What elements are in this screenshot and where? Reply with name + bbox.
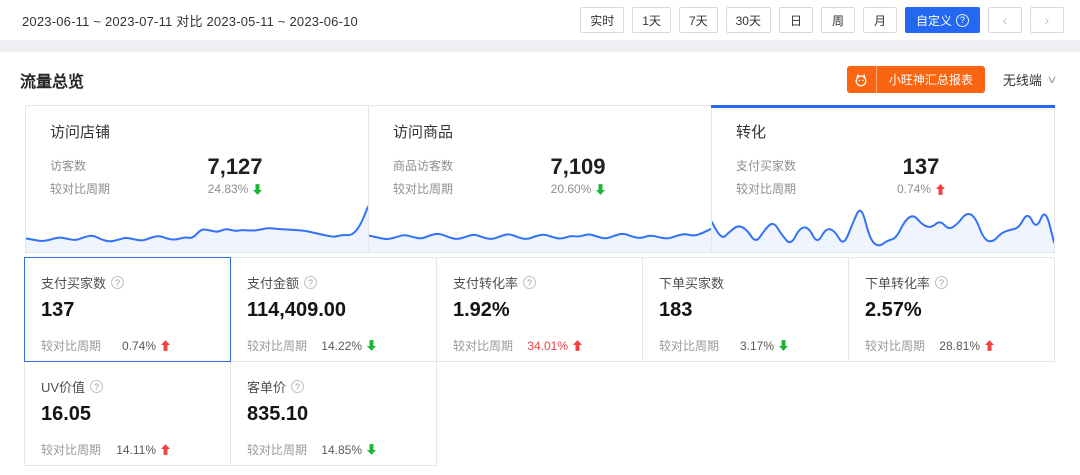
- delta-value: 14.22%: [321, 339, 362, 353]
- delta-value: 14.85%: [321, 443, 362, 457]
- time-range-buttons: 实时 1天 7天 30天 日 周 月 自定义 ? ‹ ›: [580, 7, 1064, 33]
- trend-down-icon: [367, 340, 376, 351]
- tab-shop-visits[interactable]: 访问店铺 访客数 较对比周期 7,127 24.83%: [26, 106, 368, 252]
- trend-up-icon: [573, 340, 582, 351]
- trend-down-icon: [596, 184, 605, 195]
- compare-label: 较对比周期: [50, 178, 110, 201]
- overview-tab-cards: 访问店铺 访客数 较对比周期 7,127 24.83%: [25, 105, 1055, 253]
- trend-down-icon: [779, 340, 788, 351]
- metric-value: 7,127: [170, 155, 300, 179]
- metric-value: 137: [856, 155, 986, 179]
- metric-value: 835.10: [247, 403, 420, 426]
- metric-card-order-conversion[interactable]: 下单转化率 ? 2.57% 较对比周期 28.81%: [848, 257, 1055, 362]
- metric-cards-grid: 支付买家数 ? 137 较对比周期 0.74% 支付金额 ? 114,409.0…: [25, 258, 1055, 466]
- metric-card-uv-value[interactable]: UV价值 ? 16.05 较对比周期 14.11%: [24, 361, 231, 466]
- tab-title: 转化: [736, 121, 1030, 142]
- sparkline-chart: [369, 197, 711, 252]
- device-dropdown[interactable]: 无线端 ∨: [1003, 70, 1056, 89]
- report-button-label: 小旺神汇总报表: [877, 71, 985, 88]
- compare-label: 较对比周期: [247, 441, 307, 458]
- tab-conversion[interactable]: 转化 支付买家数 较对比周期 137 0.74%: [711, 106, 1054, 252]
- tab-title: 访问店铺: [50, 121, 344, 142]
- custom-range-label: 自定义: [916, 12, 952, 29]
- help-icon: ?: [956, 14, 969, 27]
- range-button-7day[interactable]: 7天: [679, 7, 718, 33]
- delta-value: 0.74%: [122, 339, 156, 353]
- compare-label: 较对比周期: [247, 337, 307, 354]
- compare-label: 较对比周期: [736, 178, 796, 201]
- compare-label: 较对比周期: [453, 337, 513, 354]
- metric-label: 下单买家数: [659, 273, 724, 292]
- metric-label: 访客数: [50, 155, 110, 178]
- wangshen-report-button[interactable]: 小旺神汇总报表: [847, 66, 985, 93]
- chevron-down-icon: ∨: [1046, 73, 1057, 86]
- delta-value: 0.74%: [897, 182, 931, 196]
- metric-value: 114,409.00: [247, 299, 420, 322]
- help-icon[interactable]: ?: [523, 276, 536, 289]
- trend-up-icon: [985, 340, 994, 351]
- range-button-week[interactable]: 周: [821, 7, 855, 33]
- prev-period-button[interactable]: ‹: [988, 7, 1022, 33]
- compare-label: 较对比周期: [659, 337, 719, 354]
- range-button-realtime[interactable]: 实时: [580, 7, 624, 33]
- top-toolbar: 2023-06-11 ~ 2023-07-11 对比 2023-05-11 ~ …: [0, 0, 1080, 40]
- panel-header: 流量总览 小旺神汇总报表 无线端 ∨: [0, 52, 1080, 103]
- metric-label: 支付买家数: [41, 273, 106, 292]
- wangshen-cat-icon: [847, 66, 877, 93]
- compare-label: 较对比周期: [865, 337, 925, 354]
- range-button-day[interactable]: 日: [779, 7, 813, 33]
- range-button-1day[interactable]: 1天: [632, 7, 671, 33]
- metric-card-pay-conversion[interactable]: 支付转化率 ? 1.92% 较对比周期 34.01%: [436, 257, 643, 362]
- help-icon[interactable]: ?: [111, 276, 124, 289]
- metric-card-avg-order-value[interactable]: 客单价 ? 835.10 较对比周期 14.85%: [230, 361, 437, 466]
- help-icon[interactable]: ?: [90, 380, 103, 393]
- metric-card-order-buyers[interactable]: 下单买家数 ? 183 较对比周期 3.17%: [642, 257, 849, 362]
- trend-up-icon: [161, 340, 170, 351]
- trend-up-icon: [936, 184, 945, 195]
- trend-up-icon: [161, 444, 170, 455]
- range-button-custom[interactable]: 自定义 ?: [905, 7, 980, 33]
- compare-label: 较对比周期: [41, 337, 101, 354]
- active-tab-indicator: [711, 105, 1055, 108]
- metric-value: 2.57%: [865, 299, 1038, 322]
- sparkline-chart: [712, 197, 1054, 252]
- metric-label: 下单转化率: [865, 273, 930, 292]
- metric-value: 183: [659, 299, 832, 322]
- compare-label: 较对比周期: [393, 178, 453, 201]
- next-period-button[interactable]: ›: [1030, 7, 1064, 33]
- help-icon[interactable]: ?: [291, 380, 304, 393]
- tab-product-visits[interactable]: 访问商品 商品访客数 较对比周期 7,109 20.60%: [368, 106, 711, 252]
- sparkline-chart: [26, 197, 368, 252]
- delta-value: 14.11%: [116, 443, 156, 457]
- metric-value: 7,109: [513, 155, 643, 179]
- metric-label: 支付转化率: [453, 273, 518, 292]
- metric-value: 16.05: [41, 403, 214, 426]
- page-title: 流量总览: [20, 68, 84, 92]
- metric-label: 商品访客数: [393, 155, 453, 178]
- metric-card-pay-amount[interactable]: 支付金额 ? 114,409.00 较对比周期 14.22%: [230, 257, 437, 362]
- range-button-30day[interactable]: 30天: [726, 7, 771, 33]
- metric-card-pay-buyers[interactable]: 支付买家数 ? 137 较对比周期 0.74%: [24, 257, 231, 362]
- compare-label: 较对比周期: [41, 441, 101, 458]
- metric-value: 1.92%: [453, 299, 626, 322]
- help-icon[interactable]: ?: [304, 276, 317, 289]
- delta-value: 20.60%: [551, 182, 592, 196]
- tab-title: 访问商品: [393, 121, 687, 142]
- range-button-month[interactable]: 月: [863, 7, 897, 33]
- delta-value: 24.83%: [208, 182, 249, 196]
- metric-label: UV价值: [41, 377, 85, 396]
- date-range-picker[interactable]: 2023-06-11 ~ 2023-07-11 对比 2023-05-11 ~ …: [22, 11, 358, 30]
- metric-label: 支付金额: [247, 273, 299, 292]
- traffic-overview-panel: 流量总览 小旺神汇总报表 无线端 ∨: [0, 52, 1080, 475]
- metric-label: 客单价: [247, 377, 286, 396]
- help-icon[interactable]: ?: [935, 276, 948, 289]
- metric-value: 137: [41, 299, 214, 322]
- delta-value: 3.17%: [740, 339, 774, 353]
- delta-value: 34.01%: [527, 339, 568, 353]
- delta-value: 28.81%: [939, 339, 980, 353]
- trend-down-icon: [367, 444, 376, 455]
- device-dropdown-label: 无线端: [1003, 70, 1042, 89]
- metric-label: 支付买家数: [736, 155, 796, 178]
- trend-down-icon: [253, 184, 262, 195]
